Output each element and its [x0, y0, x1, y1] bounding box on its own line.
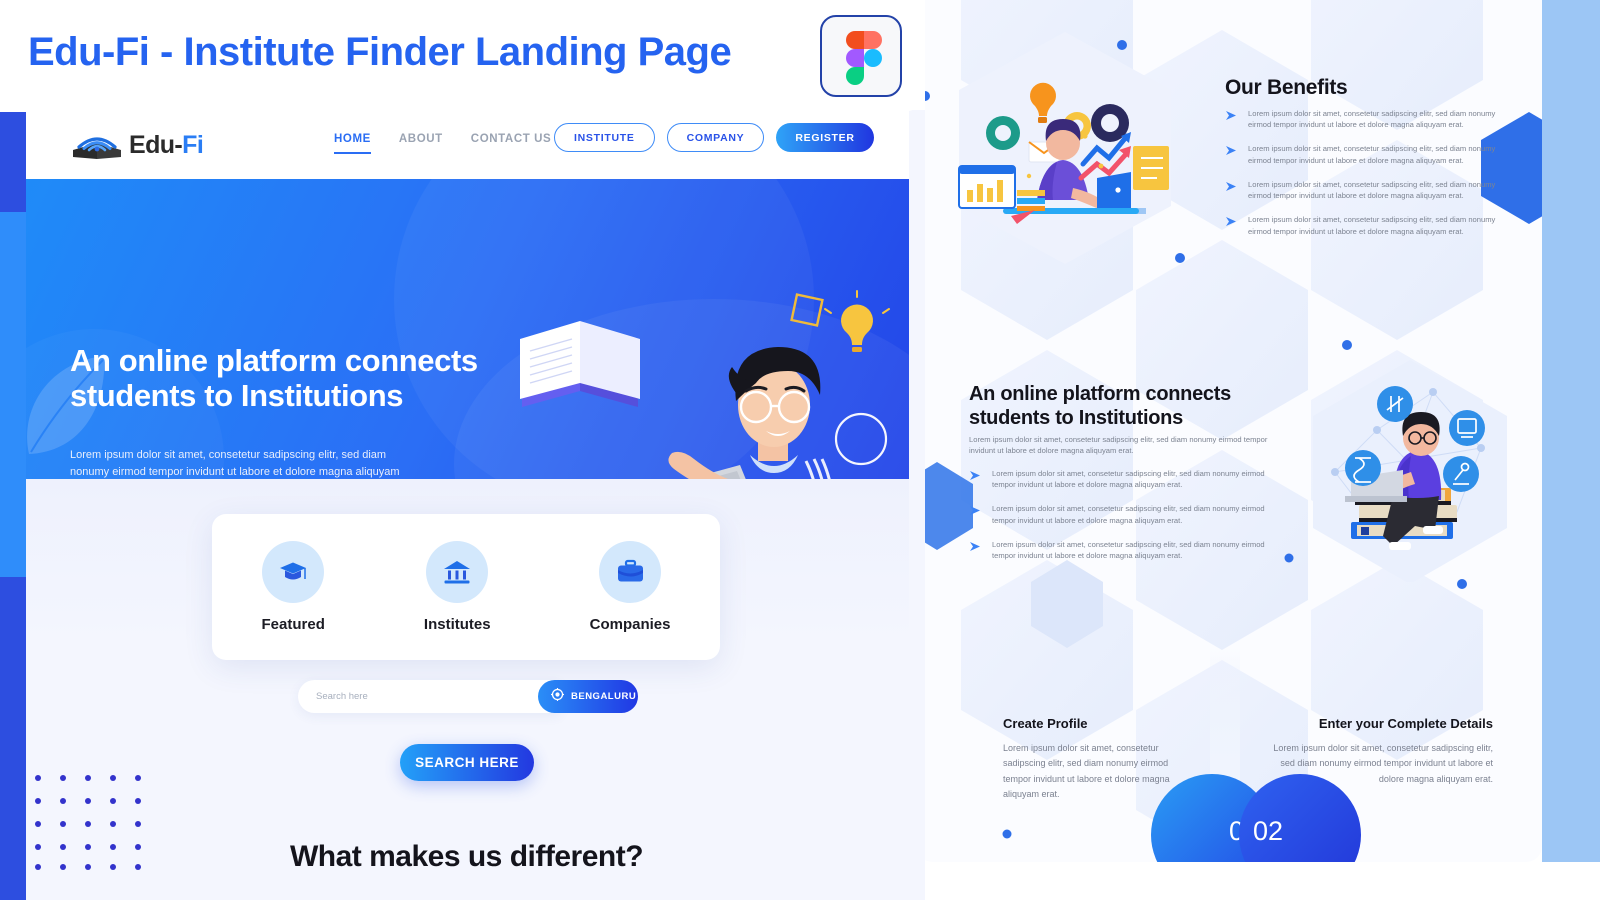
search-submit-button[interactable]: SEARCH HERE [400, 744, 534, 781]
secondary-preview-panel: Our Benefits Lorem ipsum dolor sit amet,… [925, 0, 1600, 900]
platform-item: Lorem ipsum dolor sit amet, consetetur s… [969, 503, 1267, 525]
figma-shape-green [846, 67, 864, 85]
category-card: Featured Institutes Companies [212, 514, 720, 660]
category-label: Companies [589, 616, 671, 633]
benefits-title: Our Benefits [1225, 76, 1348, 99]
arrow-right-icon [969, 540, 982, 553]
platform-item: Lorem ipsum dolor sit amet, consetetur s… [969, 468, 1267, 490]
platform-lead: Lorem ipsum dolor sit amet, consetetur s… [969, 435, 1268, 456]
step-card-01: Create Profile Lorem ipsum dolor sit ame… [1003, 716, 1193, 803]
landing-page-canvas: Edu-Fi HOME ABOUT CONTACT US INSTITUTE C… [24, 110, 925, 900]
benefit-item: Lorem ipsum dolor sit amet, consetetur s… [1225, 143, 1515, 165]
register-button[interactable]: REGISTER [776, 123, 874, 152]
search-input[interactable] [298, 680, 560, 713]
step-title: Enter your Complete Details [1318, 716, 1493, 731]
logo-wordmark: Edu-Fi [129, 130, 204, 159]
category-companies[interactable]: Companies [589, 541, 671, 633]
category-featured[interactable]: Featured [262, 541, 325, 633]
title-bar: Edu-Fi - Institute Finder Landing Page [0, 0, 925, 112]
company-button[interactable]: COMPANY [666, 123, 765, 152]
right-page-canvas: Our Benefits Lorem ipsum dolor sit amet,… [925, 0, 1542, 862]
site-navbar: Edu-Fi HOME ABOUT CONTACT US INSTITUTE C… [24, 110, 909, 179]
arrow-right-icon [1225, 144, 1238, 157]
platform-item: Lorem ipsum dolor sit amet, consetetur s… [969, 539, 1267, 561]
step-body: Lorem ipsum dolor sit amet, consetetur s… [1003, 743, 1170, 800]
location-label: BENGALURU [571, 691, 637, 702]
search-row: BENGALURU [298, 680, 638, 713]
left-edge-rail-light [0, 212, 26, 577]
category-institutes[interactable]: Institutes [424, 541, 491, 633]
benefit-item: Lorem ipsum dolor sit amet, consetetur s… [1225, 179, 1515, 201]
nav-link-about[interactable]: ABOUT [399, 133, 443, 145]
category-label: Institutes [423, 616, 491, 633]
arrow-right-icon [1225, 109, 1238, 122]
arrow-right-icon [969, 504, 982, 517]
site-logo[interactable]: Edu-Fi [69, 126, 204, 164]
hero-paragraph: Lorem ipsum dolor sit amet, consetetur s… [70, 449, 400, 479]
step-number: 02 [1253, 816, 1284, 846]
benefits-list: Lorem ipsum dolor sit amet, consetetur s… [1225, 108, 1515, 250]
figma-shape-orange [846, 31, 864, 49]
benefit-item: Lorem ipsum dolor sit amet, consetetur s… [1225, 214, 1515, 236]
platform-list: Lorem ipsum dolor sit amet, consetetur s… [969, 468, 1267, 574]
screenshot-root: Edu-Fi HOME ABOUT CONTACT US INSTITUTE C… [0, 0, 1600, 900]
arrow-right-icon [969, 469, 982, 482]
section-heading: What makes us different? [289, 840, 644, 873]
nav-link-home[interactable]: HOME [334, 133, 371, 154]
benefit-item: Lorem ipsum dolor sit amet, consetetur s… [1225, 108, 1515, 130]
figma-logo-icon[interactable] [820, 15, 902, 97]
briefcase-icon [599, 541, 662, 603]
nav-link-contact-us[interactable]: CONTACT US [471, 133, 552, 145]
location-button[interactable]: BENGALURU [538, 680, 638, 713]
student-with-laptop-illustration [504, 289, 909, 479]
figma-shape-salmon [864, 31, 882, 49]
hero-section: An online platform connects students to … [24, 179, 909, 479]
graduation-cap-icon [262, 541, 325, 603]
hero-heading: An online platform connects students to … [70, 343, 478, 414]
arrow-right-icon [1225, 180, 1238, 193]
main-preview-panel: Edu-Fi HOME ABOUT CONTACT US INSTITUTE C… [0, 0, 925, 900]
right-edge-rail [1542, 0, 1600, 862]
figma-shape-purple [846, 49, 864, 67]
institute-button[interactable]: INSTITUTE [554, 123, 655, 152]
nav-links: HOME ABOUT CONTACT US [334, 133, 551, 154]
target-pin-icon [551, 687, 564, 706]
student-on-books-illustration [1285, 352, 1535, 584]
workspace-productivity-illustration [925, 18, 1205, 268]
bank-building-icon [426, 541, 489, 603]
figma-shape-cyan [864, 49, 882, 67]
category-label: Featured [261, 616, 325, 633]
edu-fi-logo-icon [69, 126, 127, 164]
nav-buttons: INSTITUTE COMPANY REGISTER [554, 123, 874, 152]
step-title: Create Profile [1003, 716, 1088, 731]
page-title: Edu-Fi - Institute Finder Landing Page [28, 30, 732, 74]
platform-title: An online platform connects students to … [969, 383, 1231, 429]
arrow-right-icon [1225, 215, 1238, 228]
